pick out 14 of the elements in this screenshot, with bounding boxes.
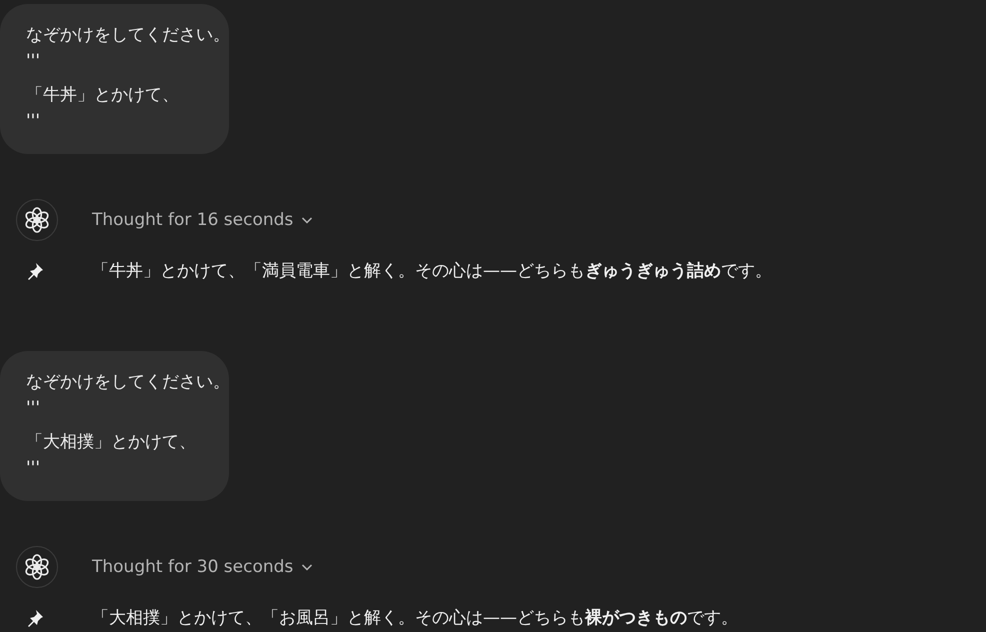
thought-toggle[interactable]: Thought for 30 seconds [92,557,314,577]
assistant-avatar-icon [16,199,58,241]
message-line: 「牛丼」とかけて、 [26,84,180,107]
answer-text: 「大相撲」とかけて、「お風呂」と解く。その心は——どちらも裸がつきものです。 [92,607,738,630]
message-line: ''' [26,457,42,480]
answer-text: 「牛丼」とかけて、「満員電車」と解く。その心は——どちらもぎゅうぎゅう詰めです。 [92,260,772,283]
message-line: なぞかけをしてください。 [26,24,219,47]
message-line: なぞかけをしてください。 [26,371,219,394]
message-line: ''' [26,110,42,133]
message-line: ''' [26,50,42,73]
message-line: 「大相撲」とかけて、 [26,431,197,454]
message-line: ''' [26,397,42,420]
assistant-avatar-icon [16,546,58,588]
thought-toggle[interactable]: Thought for 16 seconds [92,210,314,230]
